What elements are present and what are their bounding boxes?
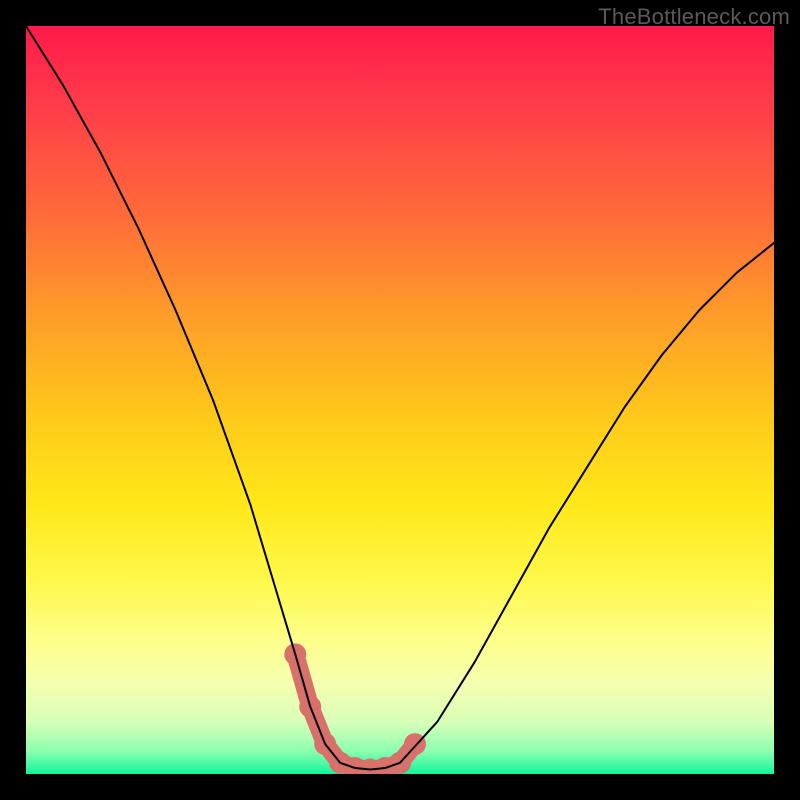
- bottleneck-curve: [26, 26, 774, 770]
- highlight-series: [284, 643, 426, 774]
- plot-area: [26, 26, 774, 774]
- curve-layer: [26, 26, 774, 774]
- chart-frame: TheBottleneck.com: [0, 0, 800, 800]
